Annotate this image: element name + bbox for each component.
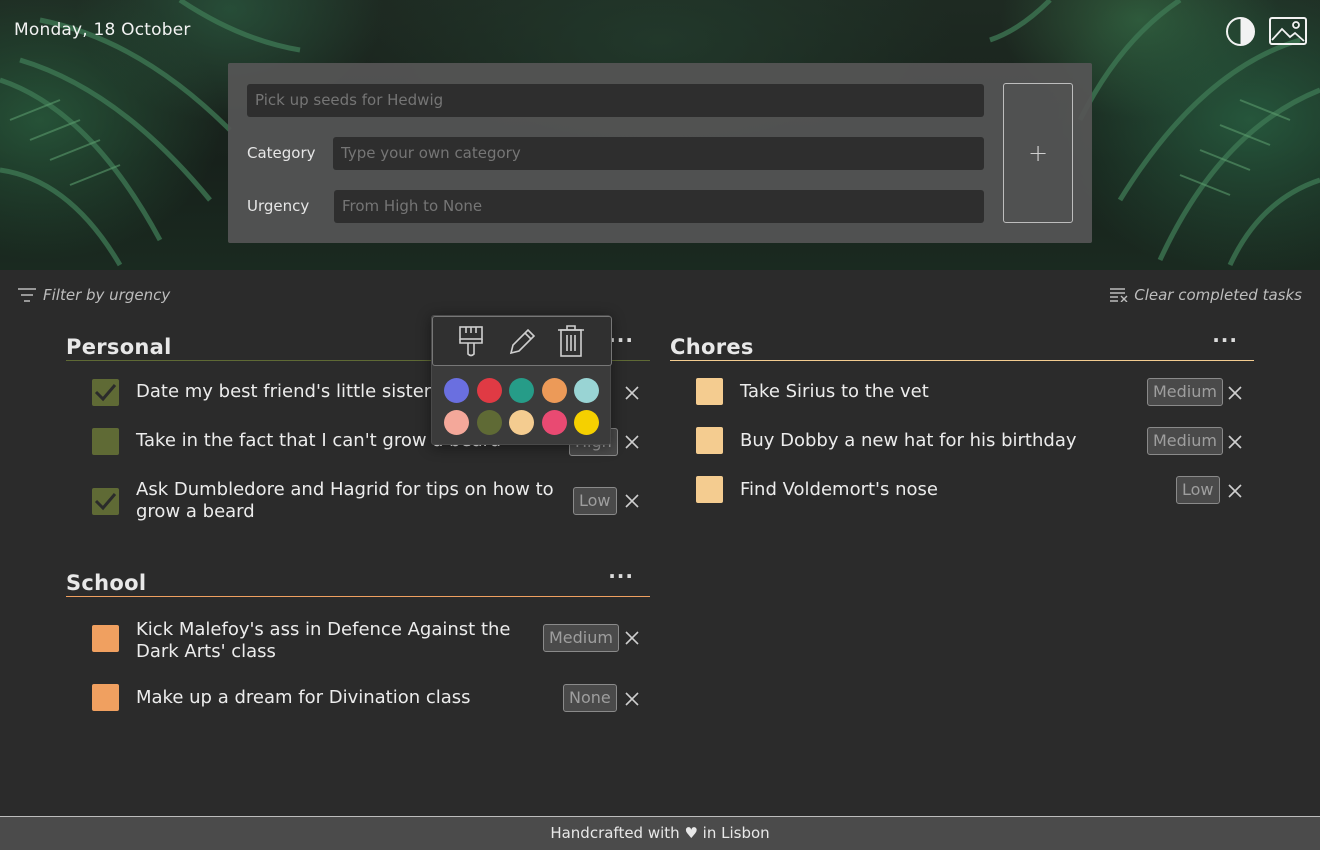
category-input[interactable] [333, 137, 984, 170]
clear-label: Clear completed tasks [1134, 286, 1302, 304]
task-item: Take Sirius to the vet Medium [696, 378, 1254, 408]
delete-task-icon[interactable] [1227, 385, 1243, 401]
clear-completed-button[interactable]: Clear completed tasks [1110, 286, 1302, 304]
category-school: School ··· Kick Malefoy's ass in Defence… [66, 559, 650, 719]
task-input[interactable] [247, 84, 984, 117]
footer-text: Handcrafted with ♥ in Lisbon [550, 824, 770, 842]
filter-icon [18, 288, 36, 302]
checkmark-icon [94, 493, 117, 511]
color-swatch[interactable] [574, 410, 599, 435]
new-task-form: Category Urgency + [228, 63, 1092, 243]
task-item: Ask Dumbledore and Hagrid for tips on ho… [92, 477, 650, 527]
task-checkbox[interactable] [696, 476, 723, 503]
checkmark-icon [94, 384, 117, 402]
header-banner: Monday, 18 October Category Urgency + [0, 0, 1320, 270]
color-swatch[interactable] [574, 378, 599, 403]
category-label: Category [247, 144, 316, 162]
delete-task-icon[interactable] [624, 385, 640, 401]
category-menu-button[interactable]: ··· [608, 566, 634, 586]
category-chores: Chores ··· Take Sirius to the vet Medium… [670, 323, 1254, 513]
category-edit-popover [431, 315, 612, 445]
add-task-button[interactable]: + [1003, 83, 1073, 223]
task-text[interactable]: Make up a dream for Divination class [136, 687, 471, 709]
urgency-label: Urgency [247, 197, 310, 215]
plus-icon: + [1027, 139, 1049, 167]
delete-task-icon[interactable] [1227, 434, 1243, 450]
delete-task-icon[interactable] [624, 630, 640, 646]
urgency-badge[interactable]: Low [573, 487, 617, 515]
task-text[interactable]: Date my best friend's little sister [136, 381, 431, 403]
task-text[interactable]: Kick Malefoy's ass in Defence Against th… [136, 619, 546, 663]
pencil-icon[interactable] [507, 325, 537, 357]
background-image-icon[interactable] [1269, 17, 1307, 45]
category-title: Chores [670, 335, 754, 359]
color-swatch[interactable] [477, 378, 502, 403]
category-header: Chores ··· [670, 323, 1254, 361]
footer: Handcrafted with ♥ in Lisbon [0, 816, 1320, 850]
task-item: Buy Dobby a new hat for his birthday Med… [696, 427, 1254, 457]
task-text[interactable]: Buy Dobby a new hat for his birthday [740, 430, 1077, 452]
color-swatch[interactable] [444, 410, 469, 435]
task-item: Kick Malefoy's ass in Defence Against th… [92, 617, 650, 667]
task-item: Make up a dream for Divination class Non… [92, 684, 650, 714]
theme-toggle-icon[interactable] [1225, 16, 1256, 47]
task-checkbox[interactable] [696, 378, 723, 405]
urgency-badge[interactable]: None [563, 684, 617, 712]
task-text[interactable]: Ask Dumbledore and Hagrid for tips on ho… [136, 479, 556, 523]
category-title: Personal [66, 335, 172, 359]
urgency-badge[interactable]: Medium [543, 624, 619, 652]
category-menu-button[interactable]: ··· [1212, 330, 1238, 350]
task-checkbox[interactable] [92, 488, 119, 515]
urgency-badge[interactable]: Low [1176, 476, 1220, 504]
trash-icon[interactable] [557, 325, 585, 357]
task-text[interactable]: Find Voldemort's nose [740, 479, 938, 501]
delete-task-icon[interactable] [1227, 483, 1243, 499]
color-swatch[interactable] [542, 378, 567, 403]
color-swatch[interactable] [444, 378, 469, 403]
task-checkbox[interactable] [92, 684, 119, 711]
task-checkbox[interactable] [92, 379, 119, 406]
current-date: Monday, 18 October [14, 20, 191, 40]
color-swatch[interactable] [509, 378, 534, 403]
filter-by-urgency-button[interactable]: Filter by urgency [18, 286, 170, 304]
delete-task-icon[interactable] [624, 434, 640, 450]
task-checkbox[interactable] [92, 625, 119, 652]
task-checkbox[interactable] [92, 428, 119, 455]
color-swatch[interactable] [509, 410, 534, 435]
delete-task-icon[interactable] [624, 691, 640, 707]
category-header: School ··· [66, 559, 650, 597]
category-title: School [66, 571, 147, 595]
color-swatch[interactable] [477, 410, 502, 435]
delete-task-icon[interactable] [624, 493, 640, 509]
task-checkbox[interactable] [696, 427, 723, 454]
clear-list-icon [1110, 288, 1128, 302]
urgency-badge[interactable]: Medium [1147, 378, 1223, 406]
popover-toolbar [432, 316, 612, 366]
task-item: Find Voldemort's nose Low [696, 476, 1254, 506]
urgency-badge[interactable]: Medium [1147, 427, 1223, 455]
color-swatch[interactable] [542, 410, 567, 435]
filter-label: Filter by urgency [43, 286, 171, 304]
urgency-input[interactable] [334, 190, 984, 223]
task-text[interactable]: Take Sirius to the vet [740, 381, 929, 403]
brush-icon[interactable] [457, 325, 485, 357]
category-menu-button[interactable]: ··· [608, 330, 634, 350]
